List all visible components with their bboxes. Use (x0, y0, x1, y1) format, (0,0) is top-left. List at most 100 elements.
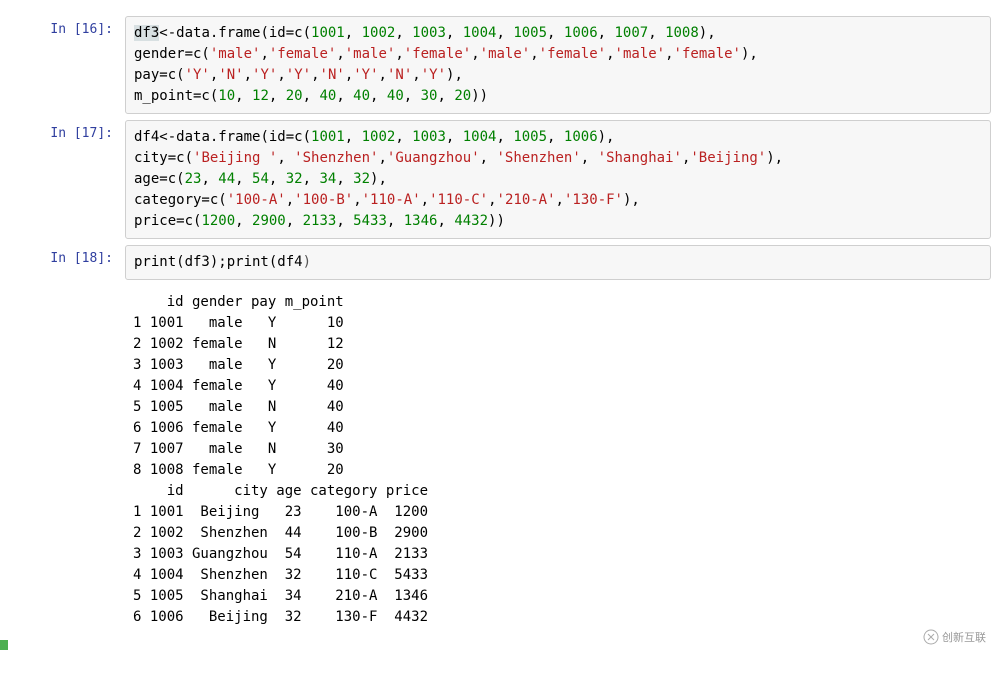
code-token: 12 (252, 88, 269, 104)
code-token: , (480, 150, 497, 166)
code-input[interactable]: df4<-data.frame(id=c(1001, 1002, 1003, 1… (125, 120, 991, 239)
code-token: 2133 (303, 213, 337, 229)
code-token: , (277, 150, 294, 166)
code-token: 40 (353, 88, 370, 104)
code-token: , (395, 129, 412, 145)
code-token: 1006 (564, 129, 598, 145)
code-cell-17: In [17]: df4<-data.frame(id=c(1001, 1002… (0, 120, 991, 239)
code-token: 1005 (513, 129, 547, 145)
code-token: , (437, 88, 454, 104)
code-token: '100-A' (227, 192, 286, 208)
code-input[interactable]: print(df3);print(df4) (125, 245, 991, 280)
code-token: m_point=c( (134, 88, 218, 104)
code-token: 1001 (311, 25, 345, 41)
code-token: , (303, 171, 320, 187)
code-token: 1003 (412, 129, 446, 145)
code-token: , (336, 213, 353, 229)
code-token: 20 (454, 88, 471, 104)
output-cell: id gender pay m_point 1 1001 male Y 10 2… (0, 286, 991, 634)
code-token: 30 (421, 88, 438, 104)
code-token: 1004 (463, 129, 497, 145)
code-token: , (395, 46, 403, 62)
code-token: '210-A' (497, 192, 556, 208)
code-token: , (379, 67, 387, 83)
code-token: pay=c( (134, 67, 185, 83)
code-token: category=c( (134, 192, 227, 208)
code-token: , (606, 46, 614, 62)
code-token: , (547, 129, 564, 145)
code-token: 1005 (513, 25, 547, 41)
code-token: , (581, 150, 598, 166)
prompt-empty (0, 286, 125, 634)
code-token: , (345, 67, 353, 83)
code-token: )) (488, 213, 505, 229)
code-token: ), (699, 25, 716, 41)
code-token: '110-A' (362, 192, 421, 208)
code-token: 'Beijing' (690, 150, 766, 166)
code-token: 'female' (404, 46, 471, 62)
code-token: <-data.frame(id=c( (159, 25, 311, 41)
code-token: , (336, 46, 344, 62)
code-token: , (378, 150, 386, 166)
code-token: , (286, 213, 303, 229)
code-token: 34 (319, 171, 336, 187)
code-token: 1002 (362, 129, 396, 145)
code-token: print(df3);print(df4 (134, 254, 303, 270)
code-token: 1200 (201, 213, 235, 229)
code-token: 1008 (665, 25, 699, 41)
code-token: 'Beijing ' (193, 150, 277, 166)
code-token: price=c( (134, 213, 201, 229)
output-text: id gender pay m_point 1 1001 male Y 10 2… (125, 286, 991, 634)
watermark-text: 创新互联 (942, 629, 986, 645)
code-cell-18: In [18]: print(df3);print(df4) (0, 245, 991, 280)
code-token: , (648, 25, 665, 41)
code-token: 'Y' (185, 67, 210, 83)
code-token: '130-F' (564, 192, 623, 208)
code-token: 10 (218, 88, 235, 104)
code-token: , (269, 171, 286, 187)
code-token: 1007 (614, 25, 648, 41)
code-token: 20 (286, 88, 303, 104)
code-token: , (286, 192, 294, 208)
code-token: 'Shenzhen' (294, 150, 378, 166)
code-token: , (244, 67, 252, 83)
code-token: 2900 (252, 213, 286, 229)
code-token: , (311, 67, 319, 83)
code-token: ), (370, 171, 387, 187)
code-token: 'male' (615, 46, 666, 62)
code-token: ), (741, 46, 758, 62)
code-token: 1003 (412, 25, 446, 41)
code-token: 1006 (564, 25, 598, 41)
prompt-label: In [17]: (0, 120, 125, 239)
code-token: , (235, 171, 252, 187)
code-token: , (437, 213, 454, 229)
code-token: 'Shenzhen' (496, 150, 580, 166)
code-input[interactable]: df3<-data.frame(id=c(1001, 1002, 1003, 1… (125, 16, 991, 114)
code-token: gender=c( (134, 46, 210, 62)
code-token: , (496, 25, 513, 41)
code-token: 5433 (353, 213, 387, 229)
code-token: 'N' (218, 67, 243, 83)
code-token: age=c( (134, 171, 185, 187)
code-token: , (336, 88, 353, 104)
code-token: city=c( (134, 150, 193, 166)
code-token: 'N' (387, 67, 412, 83)
code-token: 'Y' (421, 67, 446, 83)
code-token: 'male' (210, 46, 261, 62)
code-token: 'Y' (252, 67, 277, 83)
code-token: 'female' (269, 46, 336, 62)
code-token: 'Shanghai' (598, 150, 682, 166)
code-token: 23 (185, 171, 202, 187)
code-token: <-data.frame(id=c( (159, 129, 311, 145)
code-token: , (235, 88, 252, 104)
code-token: 32 (353, 171, 370, 187)
code-token: 1002 (362, 25, 396, 41)
code-token: , (336, 171, 353, 187)
code-token: 'Y' (353, 67, 378, 83)
code-token: 'male' (480, 46, 531, 62)
code-token: , (201, 171, 218, 187)
code-token: 44 (218, 171, 235, 187)
code-token: 'N' (320, 67, 345, 83)
code-token: , (345, 25, 362, 41)
code-token: , (598, 25, 615, 41)
